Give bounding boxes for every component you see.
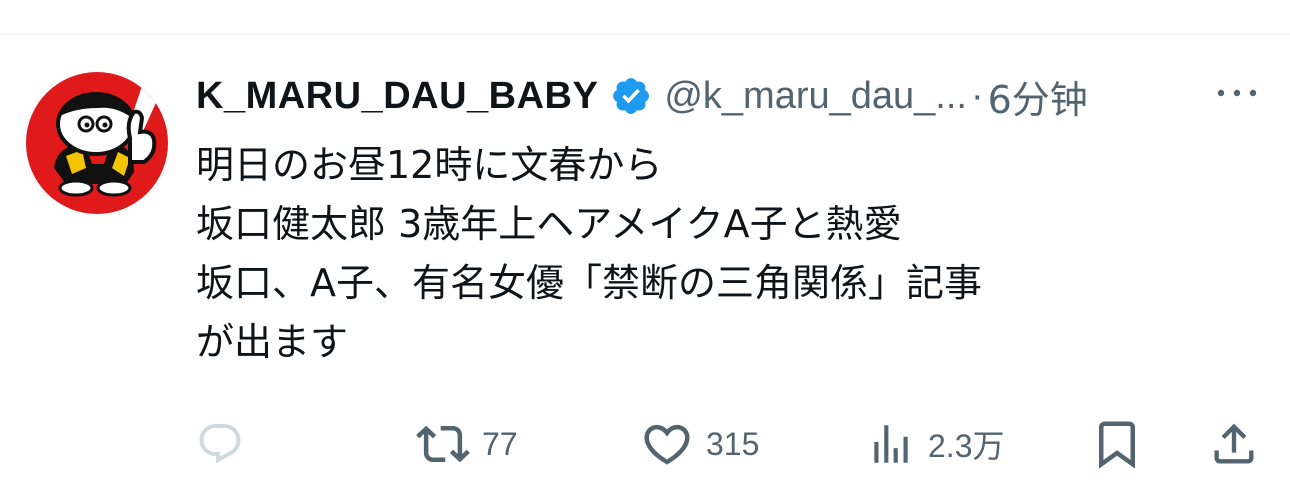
views-count: 2.3万	[928, 428, 1005, 464]
user-handle[interactable]: @k_maru_dau_...	[664, 75, 967, 118]
verified-badge-icon	[610, 75, 652, 117]
heart-icon	[644, 424, 690, 465]
share-icon	[1214, 423, 1254, 464]
tweet[interactable]: K_MARU_DAU_BABY @k_maru_dau_... · 6分钟 明日…	[0, 0, 1290, 493]
avatar-mascot-icon	[54, 80, 160, 197]
display-name[interactable]: K_MARU_DAU_BABY	[196, 75, 598, 118]
retweet-icon	[416, 425, 470, 463]
share-button[interactable]	[1208, 416, 1260, 472]
views-icon	[874, 425, 908, 463]
tweet-text-line: 坂口健太郎 3歳年上ヘアメイクA子と熱愛	[196, 202, 902, 246]
tweet-header: K_MARU_DAU_BABY @k_maru_dau_... · 6分钟	[196, 70, 1088, 122]
bookmark-icon	[1099, 421, 1135, 469]
tweet-text: 明日のお昼12時に文春から 坂口健太郎 3歳年上ヘアメイクA子と熱愛 坂口、A子…	[196, 136, 1256, 372]
separator-dot: ·	[970, 74, 984, 117]
tweet-text-line: 坂口、A子、有名女優「禁断の三角関係」記事	[196, 261, 982, 305]
like-count: 315	[706, 425, 760, 462]
more-options-icon[interactable]	[1212, 78, 1262, 108]
action-bar: 77 315 2.3万	[0, 416, 1290, 472]
tweet-text-line: 明日のお昼12時に文春から	[196, 143, 663, 187]
tweet-text-line: が出ます	[196, 320, 349, 364]
avatar[interactable]	[26, 72, 168, 214]
timestamp[interactable]: 6分钟	[988, 69, 1088, 124]
reply-icon	[199, 424, 241, 464]
retweet-button[interactable]: 77	[416, 416, 518, 472]
retweet-count: 77	[482, 425, 518, 462]
reply-button[interactable]	[196, 416, 244, 472]
divider	[0, 34, 1290, 35]
views-button[interactable]: 2.3万	[866, 416, 1005, 472]
bookmark-button[interactable]	[1090, 416, 1144, 472]
like-button[interactable]: 315	[640, 416, 759, 472]
